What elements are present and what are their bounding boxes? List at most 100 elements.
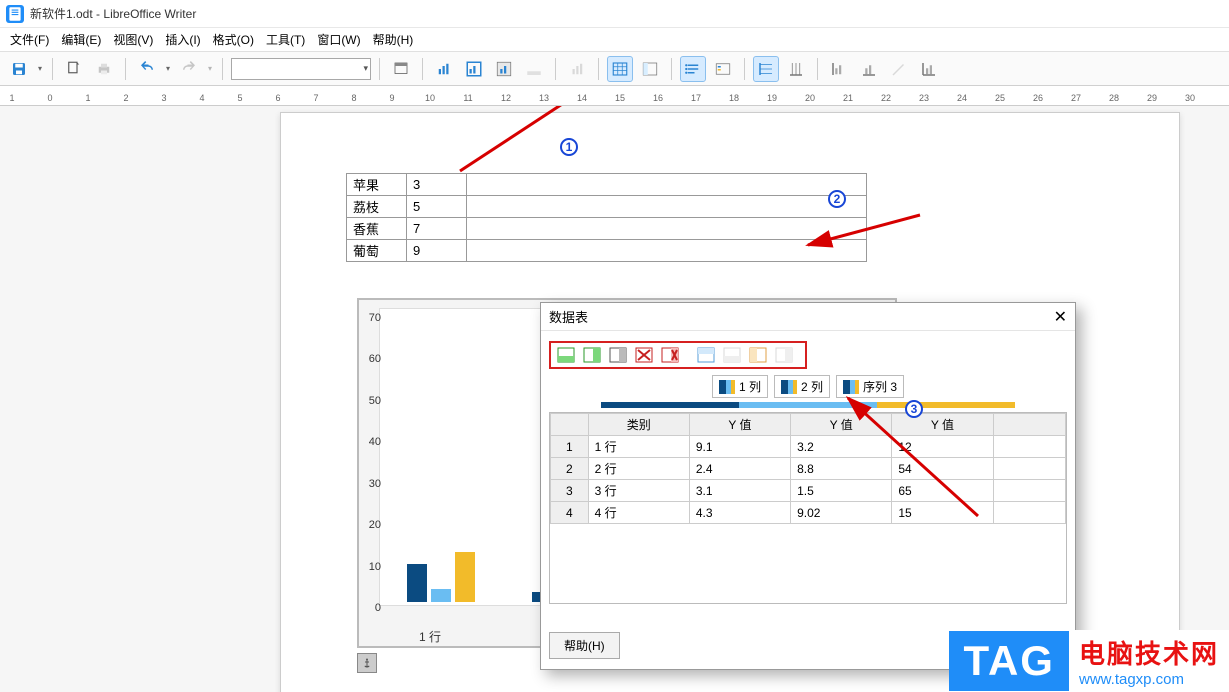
grid-cell[interactable]: 1.5: [791, 480, 892, 502]
redo-icon[interactable]: [176, 56, 202, 82]
separator: [125, 58, 126, 80]
menu-help[interactable]: 帮助(H): [367, 29, 420, 50]
format-selection-icon[interactable]: [388, 56, 414, 82]
separator: [817, 58, 818, 80]
chart-floor-icon[interactable]: [521, 56, 547, 82]
grid-header-category[interactable]: 类别: [588, 414, 689, 436]
titles-icon[interactable]: [680, 56, 706, 82]
fruit-table[interactable]: 苹果3荔枝5香蕉7葡萄9: [346, 173, 867, 262]
print-icon[interactable]: [91, 56, 117, 82]
grid-cell[interactable]: 15: [892, 502, 993, 524]
grid-cell[interactable]: [993, 436, 1065, 458]
insert-row-icon[interactable]: [555, 345, 577, 365]
series-tab-2[interactable]: 2 列: [774, 375, 830, 398]
grid-cell[interactable]: 65: [892, 480, 993, 502]
menu-tools[interactable]: 工具(T): [260, 29, 311, 50]
save-icon[interactable]: [6, 56, 32, 82]
anchor-icon[interactable]: [357, 653, 377, 673]
grid-cell[interactable]: 54: [892, 458, 993, 480]
table-cell[interactable]: 3: [407, 174, 467, 196]
grid-cell[interactable]: 4 行: [588, 502, 689, 524]
separator: [379, 58, 380, 80]
grid-header-empty: [993, 414, 1065, 436]
legend-on-off-icon[interactable]: [710, 56, 736, 82]
data-grid[interactable]: 类别 Y 值 Y 值 Y 值 1 1 行 9.1 3.2 12 2 2 行 2.…: [549, 412, 1067, 604]
redo-dropdown-icon[interactable]: ▾: [206, 64, 214, 73]
grid-row-header[interactable]: 4: [551, 502, 589, 524]
watermark-line1: 电脑技术网: [1079, 634, 1219, 671]
move-column-right-icon[interactable]: [773, 345, 795, 365]
all-axes-icon[interactable]: [916, 56, 942, 82]
3d-view-icon[interactable]: [564, 56, 590, 82]
table-cell[interactable]: 7: [407, 218, 467, 240]
grid-header-y2[interactable]: Y 值: [791, 414, 892, 436]
grid-cell[interactable]: 3.1: [689, 480, 790, 502]
data-ranges-icon[interactable]: [637, 56, 663, 82]
table-cell[interactable]: [467, 240, 867, 262]
table-cell[interactable]: 5: [407, 196, 467, 218]
export-icon[interactable]: [61, 56, 87, 82]
menu-window[interactable]: 窗口(W): [311, 29, 366, 50]
grid-header-y3[interactable]: Y 值: [892, 414, 993, 436]
menu-edit[interactable]: 编辑(E): [55, 29, 107, 50]
grid-cell[interactable]: 4.3: [689, 502, 790, 524]
table-cell[interactable]: 9: [407, 240, 467, 262]
move-row-up-icon[interactable]: [695, 345, 717, 365]
menu-file[interactable]: 文件(F): [4, 29, 55, 50]
insert-column-icon[interactable]: [581, 345, 603, 365]
table-cell[interactable]: [467, 174, 867, 196]
table-cell[interactable]: [467, 218, 867, 240]
data-table-icon[interactable]: [607, 56, 633, 82]
table-cell[interactable]: 苹果: [347, 174, 407, 196]
grid-cell[interactable]: 8.8: [791, 458, 892, 480]
save-dropdown-icon[interactable]: ▾: [36, 64, 44, 73]
watermark-badge: TAG: [949, 631, 1069, 691]
chart-type-combo[interactable]: ▾: [231, 58, 371, 80]
grid-cell[interactable]: [993, 480, 1065, 502]
table-cell[interactable]: 葡萄: [347, 240, 407, 262]
table-cell[interactable]: 荔枝: [347, 196, 407, 218]
chart-area-icon[interactable]: [461, 56, 487, 82]
delete-column-icon[interactable]: [659, 345, 681, 365]
grid-cell[interactable]: 3 行: [588, 480, 689, 502]
y-axis-icon[interactable]: [856, 56, 882, 82]
series-tab-3[interactable]: 序列 3: [836, 375, 904, 398]
menu-insert[interactable]: 插入(I): [159, 29, 206, 50]
grid-cell[interactable]: [993, 458, 1065, 480]
grid-row-header[interactable]: 2: [551, 458, 589, 480]
chart-type-icon[interactable]: [431, 56, 457, 82]
grid-row-header[interactable]: 1: [551, 436, 589, 458]
series-tab-1[interactable]: 1 列: [712, 375, 768, 398]
undo-dropdown-icon[interactable]: ▾: [164, 64, 172, 73]
move-row-down-icon[interactable]: [721, 345, 743, 365]
grid-cell[interactable]: 12: [892, 436, 993, 458]
grid-cell[interactable]: 1 行: [588, 436, 689, 458]
x-axis-icon[interactable]: [826, 56, 852, 82]
undo-icon[interactable]: [134, 56, 160, 82]
horizontal-grid-icon[interactable]: [753, 56, 779, 82]
grid-cell[interactable]: 9.02: [791, 502, 892, 524]
chart-wall-icon[interactable]: [491, 56, 517, 82]
move-column-left-icon[interactable]: [747, 345, 769, 365]
app-name: LibreOffice Writer: [103, 7, 196, 21]
grid-row-header[interactable]: 3: [551, 480, 589, 502]
delete-row-icon[interactable]: [633, 345, 655, 365]
table-cell[interactable]: 香蕉: [347, 218, 407, 240]
help-button[interactable]: 帮助(H): [549, 632, 620, 659]
grid-cell[interactable]: 9.1: [689, 436, 790, 458]
grid-cell[interactable]: 2 行: [588, 458, 689, 480]
vertical-grid-icon[interactable]: [783, 56, 809, 82]
menu-format[interactable]: 格式(O): [207, 29, 260, 50]
insert-text-column-icon[interactable]: [607, 345, 629, 365]
grid-header-y1[interactable]: Y 值: [689, 414, 790, 436]
close-icon[interactable]: ✕: [1054, 307, 1067, 327]
table-cell[interactable]: [467, 196, 867, 218]
grid-cell[interactable]: [993, 502, 1065, 524]
separator: [52, 58, 53, 80]
grid-cell[interactable]: 2.4: [689, 458, 790, 480]
grid-cell[interactable]: 3.2: [791, 436, 892, 458]
dialog-titlebar[interactable]: 数据表 ✕: [541, 303, 1075, 331]
z-axis-icon[interactable]: [886, 56, 912, 82]
callout-1: 1: [560, 138, 578, 156]
menu-view[interactable]: 视图(V): [107, 29, 159, 50]
